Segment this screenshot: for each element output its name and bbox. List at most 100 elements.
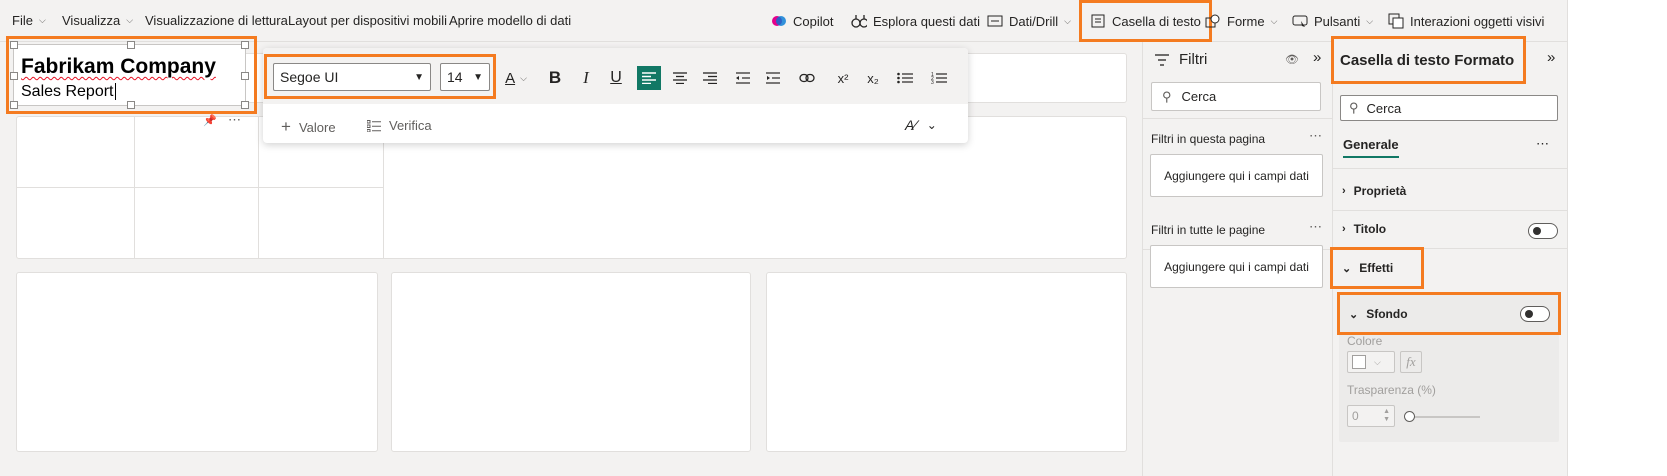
textbox-line-1[interactable]: Fabrikam Company <box>21 55 216 79</box>
pin-icon[interactable]: 📌 <box>203 114 217 127</box>
collapse-pane-icon[interactable]: » <box>1547 49 1555 66</box>
filters-search-placeholder: Cerca <box>1181 89 1217 104</box>
more-options-icon[interactable]: ⋯ <box>228 112 241 128</box>
visual-interactions-button[interactable]: Interazioni oggetti visivi <box>1388 13 1544 29</box>
align-center-button[interactable] <box>668 66 692 90</box>
more-options-icon[interactable]: ⋯ <box>1536 136 1549 152</box>
visual-card-bottom-2[interactable] <box>391 272 751 452</box>
section-title[interactable]: › Titolo <box>1342 222 1386 236</box>
background-toggle[interactable] <box>1520 306 1550 322</box>
textbox-visual[interactable]: Fabrikam Company Sales Report <box>10 41 249 109</box>
more-options-icon[interactable]: ⋯ <box>1309 219 1322 235</box>
review-button[interactable]: Verifica <box>367 118 432 133</box>
resize-handle[interactable] <box>241 41 249 49</box>
color-picker[interactable]: ⌵ <box>1347 351 1395 373</box>
textbox-button[interactable]: Casella di testo <box>1079 0 1212 42</box>
menu-mobile-layout[interactable]: Layout per dispositivi mobili <box>288 13 447 28</box>
format-pane-title: Casella di testo Formato <box>1331 36 1526 84</box>
button-icon <box>1292 13 1308 29</box>
tab-general[interactable]: Generale <box>1343 137 1399 158</box>
drop-zone-this-page[interactable]: Aggiungere qui i campi dati <box>1150 154 1323 197</box>
font-color-button[interactable]: A ⌵ <box>498 66 534 90</box>
buttons-button[interactable]: Pulsanti ⌵ <box>1292 13 1373 29</box>
tab-general-label: Generale <box>1343 137 1399 152</box>
font-size-select[interactable]: 14 ▼ <box>440 63 490 91</box>
section-properties[interactable]: › Proprietà <box>1342 184 1406 198</box>
align-right-icon <box>703 72 717 84</box>
shapes-label: Forme <box>1227 13 1265 29</box>
explore-data-button[interactable]: Esplora questi dati <box>851 13 980 29</box>
transparency-input[interactable]: 0 ▲ ▼ <box>1347 405 1395 427</box>
resize-handle[interactable] <box>127 41 135 49</box>
decrease-indent-button[interactable] <box>731 66 755 90</box>
drill-button[interactable]: Dati/Drill ⌵ <box>987 13 1071 29</box>
format-search-input[interactable]: ⚲ Cerca <box>1340 95 1558 121</box>
resize-handle[interactable] <box>10 41 18 49</box>
fx-button[interactable]: fx <box>1400 351 1422 373</box>
review-list-icon <box>367 119 381 132</box>
menu-open-data-model-label: Aprire modello di dati <box>449 13 572 28</box>
textbox-label: Casella di testo <box>1112 13 1201 29</box>
visual-card-bottom-1[interactable] <box>16 272 378 452</box>
visual-card-bottom-3[interactable] <box>766 272 1127 452</box>
visual-interactions-label: Interazioni oggetti visivi <box>1410 13 1545 29</box>
numbered-list-icon: 123 <box>931 72 947 84</box>
title-toggle[interactable] <box>1528 223 1558 239</box>
format-pane-title-text: Casella di testo Formato <box>1340 51 1515 69</box>
link-button[interactable] <box>795 66 819 90</box>
drop-zone-all-pages[interactable]: Aggiungere qui i campi dati <box>1150 245 1323 288</box>
add-value-button[interactable]: + Valore <box>281 117 336 137</box>
textbox-line-2[interactable]: Sales Report <box>21 83 120 101</box>
text-format-toolbar: Segoe UI ▼ 14 ▼ A ⌵ B I U x² x₂ 123 + Val… <box>263 48 968 143</box>
numbered-list-button[interactable]: 123 <box>927 66 951 90</box>
ribbon: File ⌵ Visualizza ⌵ Visualizzazione di let… <box>0 0 1667 42</box>
menu-reading-view[interactable]: Visualizzazione di lettura <box>145 13 288 28</box>
menu-reading-view-label: Visualizzazione di lettura <box>145 13 288 28</box>
shapes-button[interactable]: Forme ⌵ <box>1205 13 1277 29</box>
chevron-down-icon: ⌵ <box>1366 15 1374 26</box>
underline-button[interactable]: U <box>604 66 628 90</box>
bold-button[interactable]: B <box>543 66 567 90</box>
subscript-button[interactable]: x₂ <box>861 66 885 90</box>
align-left-button[interactable] <box>637 66 661 90</box>
chevron-right-icon: › <box>1342 223 1346 235</box>
filter-icon <box>1155 53 1169 66</box>
text-style-button[interactable]: A∕ ⌄ <box>905 117 937 133</box>
link-icon <box>799 73 815 83</box>
subsection-background[interactable]: ⌄ Sfondo <box>1349 307 1408 321</box>
resize-handle[interactable] <box>10 101 18 109</box>
menu-mobile-layout-label: Layout per dispositivi mobili <box>288 13 447 28</box>
filters-search-input[interactable]: ⚲ Cerca <box>1151 82 1321 111</box>
font-family-select[interactable]: Segoe UI ▼ <box>273 63 431 91</box>
align-left-icon <box>642 72 656 84</box>
resize-handle[interactable] <box>241 72 249 80</box>
transparency-slider-thumb[interactable] <box>1404 411 1415 422</box>
section-effects[interactable]: ⌄ Effetti <box>1342 261 1393 275</box>
menu-view[interactable]: Visualizza ⌵ <box>62 13 133 28</box>
transparency-slider-track[interactable] <box>1410 416 1480 418</box>
bullet-list-button[interactable] <box>893 66 917 90</box>
align-right-button[interactable] <box>698 66 722 90</box>
search-icon: ⚲ <box>1162 88 1172 104</box>
italic-button[interactable]: I <box>574 66 598 90</box>
resize-handle[interactable] <box>241 101 249 109</box>
divider <box>1332 248 1567 249</box>
buttons-label: Pulsanti <box>1314 13 1361 29</box>
superscript-button[interactable]: x² <box>831 66 855 90</box>
decrease-indent-icon <box>736 72 750 84</box>
resize-handle[interactable] <box>10 72 18 80</box>
increase-indent-button[interactable] <box>761 66 785 90</box>
resize-handle[interactable] <box>127 101 135 109</box>
filters-all-pages-label: Filtri in tutte le pagine <box>1151 223 1266 237</box>
drill-icon <box>987 13 1003 29</box>
chevron-down-icon: ⌵ <box>520 72 527 83</box>
collapse-pane-icon[interactable]: » <box>1313 49 1321 66</box>
review-label: Verifica <box>389 118 432 133</box>
eye-icon[interactable]: 👁 <box>1285 53 1299 66</box>
text-style-icon: A∕ <box>905 117 917 133</box>
more-options-icon[interactable]: ⋯ <box>1309 128 1322 144</box>
copilot-button[interactable]: Copilot <box>771 13 833 29</box>
divider <box>1332 210 1567 211</box>
menu-file[interactable]: File ⌵ <box>12 13 46 28</box>
menu-open-data-model[interactable]: Aprire modello di dati <box>449 13 571 28</box>
